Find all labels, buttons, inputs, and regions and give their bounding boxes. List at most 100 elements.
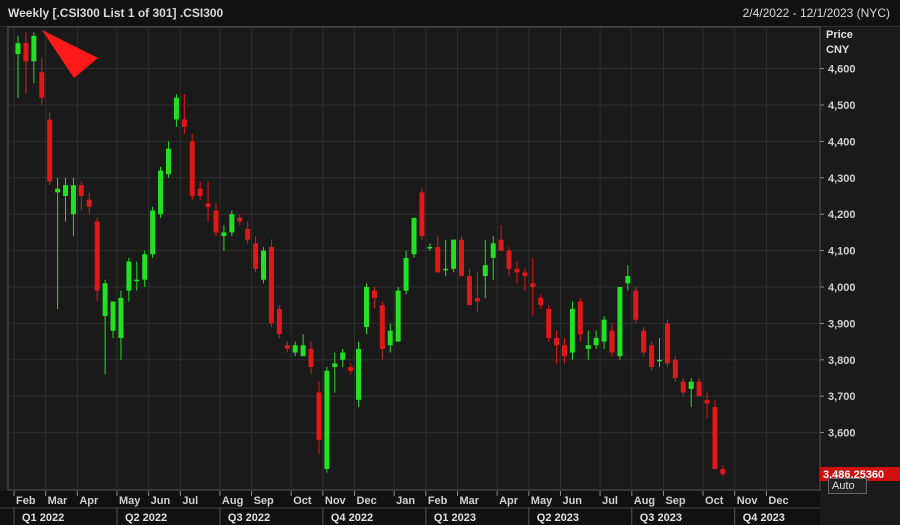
candle: [609, 323, 615, 357]
month-label: May: [531, 495, 553, 507]
candle: [150, 206, 156, 258]
month-label: Sep: [665, 495, 685, 507]
candle-body: [498, 239, 504, 251]
candle: [118, 290, 124, 360]
quarter-label: Q1 2022: [22, 512, 64, 524]
candle-body: [577, 301, 583, 335]
candle: [538, 294, 544, 309]
candlestick-chart[interactable]: Price CNY 3,600 3,700 3,800 3,900 4,000 4,100…: [0, 0, 900, 525]
candle-body: [63, 185, 69, 196]
candle: [316, 381, 322, 455]
candle-body: [316, 392, 322, 440]
candle: [498, 225, 504, 251]
candle-body: [554, 337, 560, 346]
candle-body: [625, 276, 631, 284]
candle: [356, 341, 362, 408]
candle: [664, 319, 670, 368]
candle: [554, 330, 560, 364]
quarter-label: Q4 2022: [331, 512, 373, 524]
candle-body: [411, 217, 417, 255]
candle: [633, 287, 639, 324]
candle: [165, 141, 171, 178]
candle-body: [229, 214, 235, 233]
candle: [245, 221, 251, 244]
candle-body: [268, 246, 274, 324]
quarter-label: Q1 2023: [434, 512, 476, 524]
candle-body: [490, 243, 496, 258]
price-axis-label: Price: [826, 29, 853, 41]
candle-body: [47, 119, 53, 182]
candle-body: [466, 276, 472, 306]
price-axis: Price CNY 3,600 3,700 3,800 3,900 4,000 4,100…: [820, 29, 900, 481]
plot-border: [7, 26, 821, 491]
candle: [253, 236, 259, 273]
candle: [86, 192, 92, 215]
candle: [300, 334, 306, 357]
time-axis: Feb Mar Apr May Jun Jul Aug Sep Oct Nov Dec Jan Feb M…: [0, 491, 820, 525]
candle-body: [55, 188, 61, 193]
price-tick-label: 4,600: [828, 64, 856, 76]
price-tick-label: 3,700: [828, 391, 856, 403]
price-tick-label: 3,800: [828, 355, 856, 367]
candle-body: [641, 330, 647, 353]
candle-body: [181, 119, 187, 127]
candle: [443, 239, 449, 277]
marker-layer: [42, 30, 98, 78]
candle-body: [126, 261, 132, 291]
candle-body: [261, 250, 267, 280]
candle: [617, 287, 623, 360]
candle: [268, 239, 274, 328]
candle-body: [419, 192, 425, 237]
candle-body: [569, 308, 575, 353]
candle-body: [31, 35, 37, 62]
candle: [601, 316, 607, 349]
candle-body: [150, 210, 156, 255]
price-tick-label: 4,000: [828, 282, 856, 294]
candle-body: [530, 283, 536, 287]
auto-scale-button[interactable]: Auto: [828, 478, 867, 494]
month-label: Jun: [562, 495, 582, 507]
candle-body: [514, 268, 520, 273]
candle-body: [379, 305, 385, 349]
candle-body: [443, 268, 449, 271]
month-label: Jun: [151, 495, 171, 507]
candle: [181, 94, 187, 135]
candle: [569, 301, 575, 360]
candle-body: [395, 290, 401, 342]
candle-body: [371, 290, 377, 298]
candle-body: [324, 370, 330, 469]
candle: [387, 323, 393, 353]
candle: [284, 341, 290, 353]
candle: [63, 177, 69, 222]
candle: [324, 367, 330, 473]
month-label: Aug: [222, 495, 243, 507]
candle: [134, 261, 140, 291]
candle-body: [165, 148, 171, 175]
quarter-label: Q2 2023: [537, 512, 579, 524]
candle: [585, 330, 591, 360]
candle: [641, 327, 647, 357]
candle-body: [300, 345, 306, 357]
month-label: May: [119, 495, 141, 507]
candle: [419, 188, 425, 240]
candle-body: [617, 287, 623, 357]
candle-body: [86, 199, 92, 207]
candle-body: [688, 381, 694, 389]
candle: [482, 239, 488, 298]
candle-body: [189, 141, 195, 196]
quarter-label: Q3 2023: [640, 512, 682, 524]
candle-body: [253, 243, 259, 269]
candle-body: [680, 381, 686, 393]
candle-body: [308, 348, 314, 368]
candle: [459, 236, 465, 277]
chart-window: Weekly [.CSI300 List 1 of 301] .CSI300 2…: [0, 0, 900, 525]
price-tick-label: 3,600: [828, 428, 856, 440]
candle: [78, 181, 84, 211]
candle-body: [672, 359, 678, 378]
month-label: Jul: [602, 495, 618, 507]
candle-body: [245, 228, 251, 240]
month-label: Nov: [737, 495, 759, 507]
candle: [340, 348, 346, 368]
candle: [23, 32, 29, 95]
candle: [189, 134, 195, 200]
